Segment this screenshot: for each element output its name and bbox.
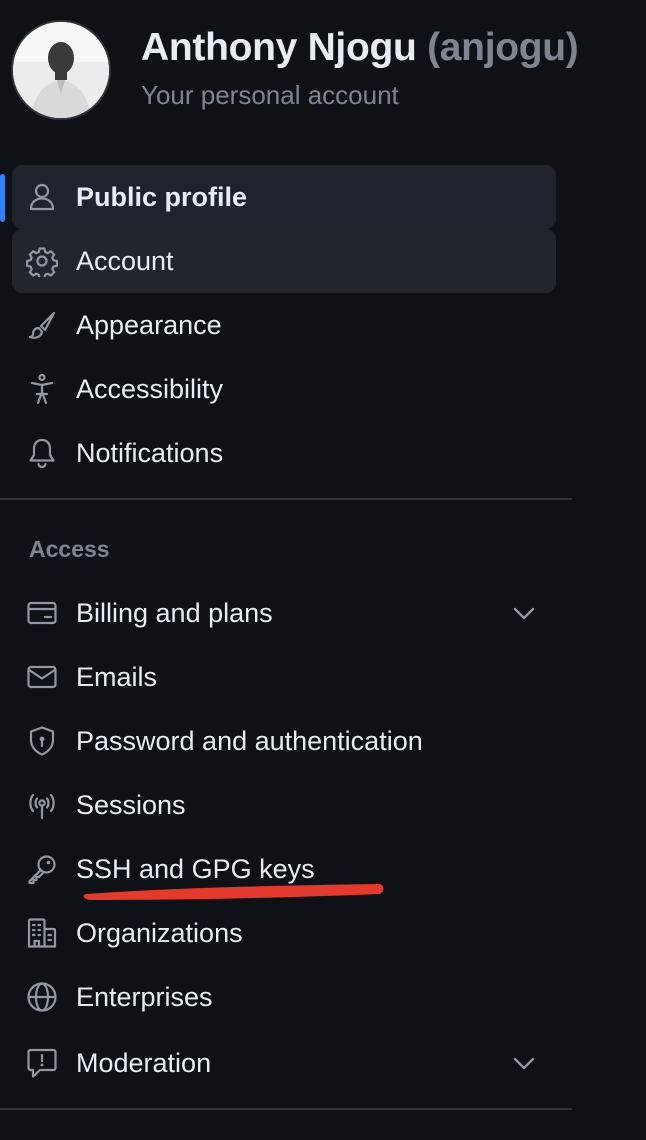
nav-item-label: Sessions bbox=[76, 790, 186, 820]
account-login: (anjogu) bbox=[427, 26, 579, 69]
paintbrush-icon bbox=[26, 309, 58, 341]
nav-item-label: SSH and GPG keys bbox=[76, 854, 315, 884]
nav-item-label: Emails bbox=[76, 662, 158, 692]
active-indicator-bar bbox=[0, 174, 5, 222]
report-icon bbox=[26, 1047, 58, 1079]
account-display-name: Anthony Njogu bbox=[141, 26, 417, 69]
globe-icon bbox=[26, 981, 58, 1013]
nav-item-label: Password and authentication bbox=[76, 726, 423, 756]
account-subtitle: Your personal account bbox=[141, 80, 399, 110]
section-divider bbox=[0, 1108, 572, 1110]
section-divider bbox=[0, 498, 572, 500]
nav-item-enterprises[interactable]: Enterprises bbox=[12, 965, 556, 1029]
nav-item-label: Notifications bbox=[76, 438, 224, 468]
account-header: Anthony Njogu (anjogu) Your personal acc… bbox=[0, 0, 646, 140]
nav-item-emails[interactable]: Emails bbox=[12, 645, 556, 709]
chevron-down-icon[interactable] bbox=[510, 599, 538, 627]
nav-item-label: Moderation bbox=[76, 1048, 212, 1078]
nav-item-moderation[interactable]: Moderation bbox=[12, 1031, 556, 1095]
section-title-access: Access bbox=[29, 536, 110, 562]
nav-item-label: Appearance bbox=[76, 310, 222, 340]
organization-icon bbox=[26, 917, 58, 949]
settings-sidebar-page: Anthony Njogu (anjogu) Your personal acc… bbox=[0, 0, 646, 1140]
avatar[interactable] bbox=[11, 20, 111, 120]
credit-card-icon bbox=[26, 597, 58, 629]
accessibility-icon bbox=[26, 373, 58, 405]
account-name: Anthony Njogu (anjogu) bbox=[141, 26, 579, 70]
nav-item-ssh-gpg-keys[interactable]: SSH and GPG keys bbox=[12, 837, 556, 901]
nav-item-sessions[interactable]: Sessions bbox=[12, 773, 556, 837]
key-icon bbox=[26, 853, 58, 885]
bell-icon bbox=[26, 437, 58, 469]
nav-item-label: Enterprises bbox=[76, 982, 213, 1012]
nav-item-accessibility[interactable]: Accessibility bbox=[12, 357, 556, 421]
nav-item-label: Billing and plans bbox=[76, 598, 273, 628]
nav-item-billing[interactable]: Billing and plans bbox=[12, 581, 556, 645]
nav-item-label: Public profile bbox=[76, 182, 248, 212]
nav-item-account[interactable]: Account bbox=[12, 229, 556, 293]
nav-item-public-profile[interactable]: Public profile bbox=[12, 165, 556, 229]
chevron-down-icon[interactable] bbox=[510, 1049, 538, 1077]
gear-icon bbox=[26, 245, 58, 277]
nav-item-label: Accessibility bbox=[76, 374, 224, 404]
person-icon bbox=[26, 181, 58, 213]
shield-lock-icon bbox=[26, 725, 58, 757]
broadcast-icon bbox=[26, 789, 58, 821]
nav-item-notifications[interactable]: Notifications bbox=[12, 421, 556, 485]
nav-item-label: Organizations bbox=[76, 918, 243, 948]
mail-icon bbox=[26, 661, 58, 693]
nav-item-label: Account bbox=[76, 246, 174, 276]
nav-item-appearance[interactable]: Appearance bbox=[12, 293, 556, 357]
nav-item-organizations[interactable]: Organizations bbox=[12, 901, 556, 965]
nav-item-password-auth[interactable]: Password and authentication bbox=[12, 709, 556, 773]
